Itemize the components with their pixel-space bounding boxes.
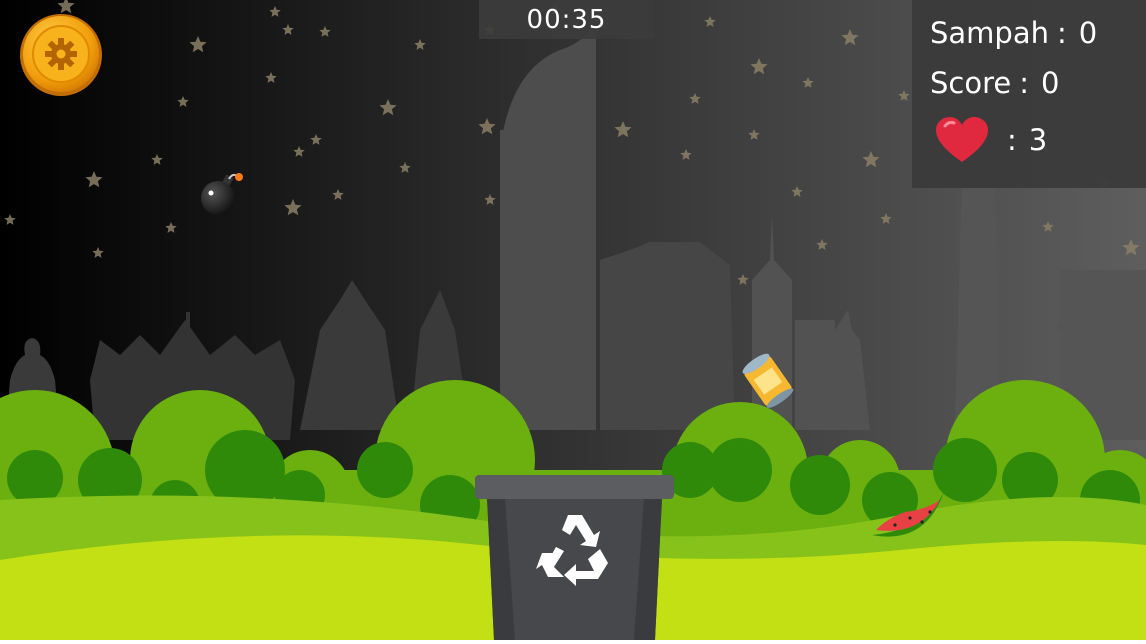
lives-separator: : — [1007, 123, 1017, 157]
heart-icon — [936, 117, 988, 162]
timer-display: 00:35 — [479, 0, 654, 39]
recycle-bin[interactable] — [475, 474, 674, 640]
sampah-label: Sampah — [930, 16, 1049, 50]
score-separator: : — [1019, 66, 1030, 100]
lives-value: 3 — [1028, 123, 1048, 157]
score-value: 0 — [1041, 66, 1060, 100]
stats-panel: Sampah : 0 Score : 0 : 3 — [912, 0, 1146, 188]
settings-button[interactable] — [19, 13, 103, 97]
sampah-value: 0 — [1078, 16, 1098, 50]
score-row: Score : 0 — [930, 66, 1059, 100]
lives-row: : 3 — [930, 116, 1047, 164]
sampah-separator: : — [1057, 16, 1067, 50]
gear-icon — [20, 14, 102, 96]
score-label: Score — [930, 66, 1012, 100]
sampah-row: Sampah : 0 — [930, 16, 1097, 50]
